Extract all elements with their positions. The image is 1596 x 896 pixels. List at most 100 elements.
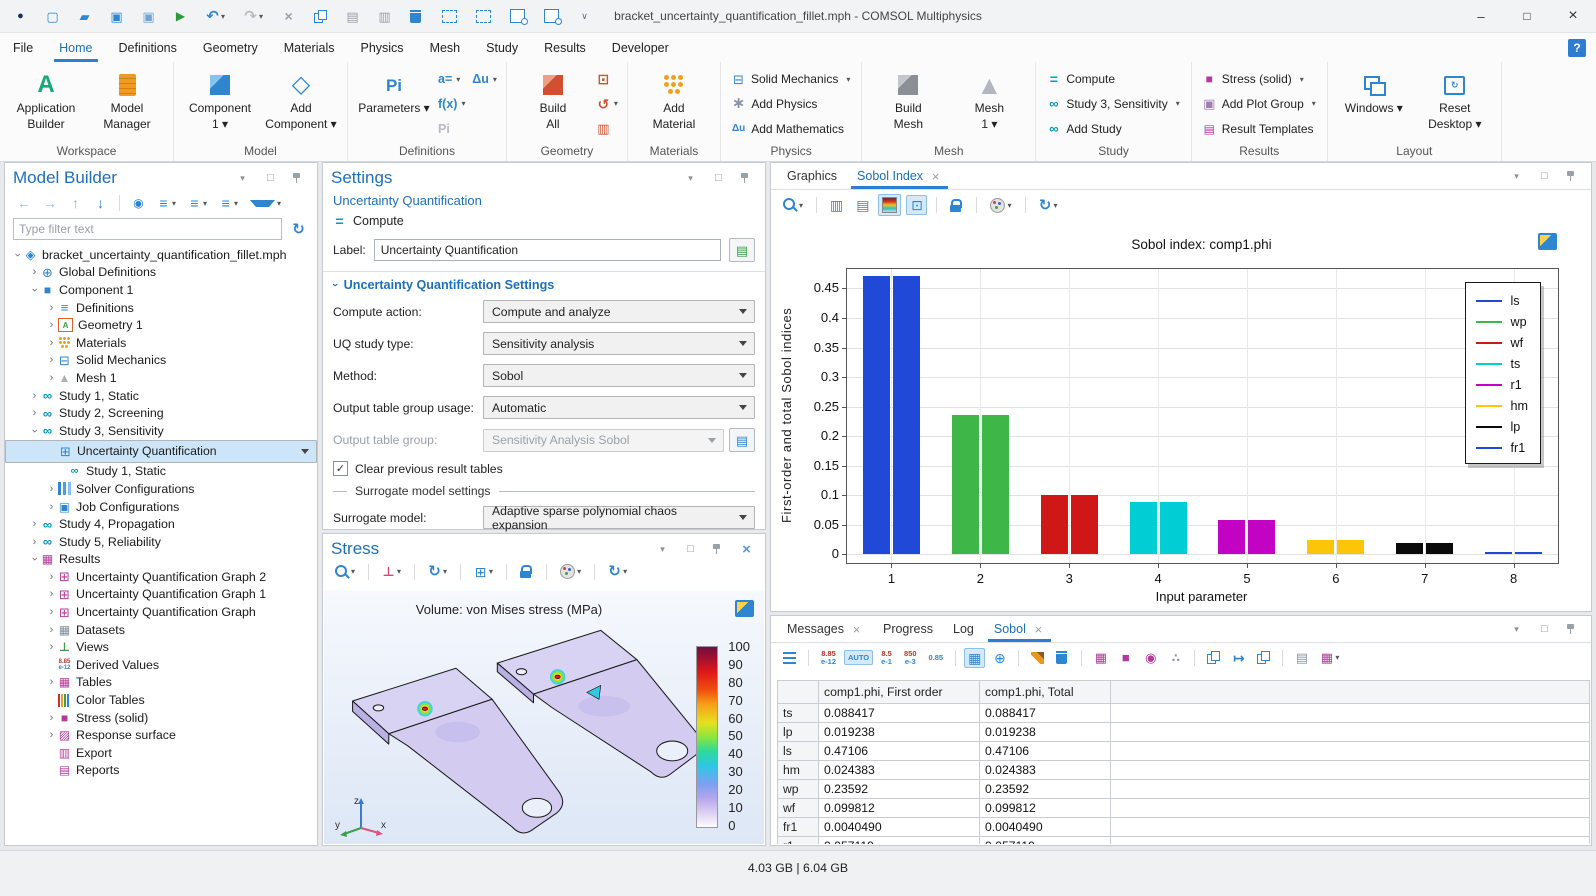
ribbon-button[interactable]: ▣Add Plot Group▾ [1203, 93, 1316, 115]
new-table-icon[interactable]: ▦ [1090, 648, 1111, 668]
copy-table-icon[interactable] [1253, 648, 1274, 667]
tree-item[interactable]: ›Geometry 1 [5, 316, 317, 334]
label-input[interactable] [374, 239, 721, 261]
tree-item[interactable]: ›■Component 1 [5, 281, 317, 299]
menu-tab-geometry[interactable]: Geometry [190, 33, 271, 62]
ygrid-icon[interactable]: ▤ [852, 195, 873, 215]
go-to-table-button[interactable]: ▤ [729, 428, 755, 452]
table-row[interactable]: hm0.0243830.024383 [778, 761, 1590, 780]
sobol-chart-area[interactable]: Sobol index: comp1.phi First-order and t… [771, 221, 1591, 611]
ribbon-button[interactable]: ■Stress (solid)▾ [1203, 68, 1316, 90]
ribbon-button[interactable]: ⊟Solid Mechanics▾ [732, 68, 850, 90]
expand-arrow-icon[interactable]: › [45, 641, 58, 653]
float-button[interactable]: □ [708, 168, 729, 188]
expand-arrow-icon[interactable]: › [45, 501, 58, 513]
ribbon-button[interactable]: ▤Result Templates [1203, 118, 1316, 140]
minimize-button[interactable]: – [1458, 0, 1504, 32]
deselect-frame-icon[interactable] [472, 7, 495, 26]
menu-tab-materials[interactable]: Materials [271, 33, 348, 62]
run-icon[interactable]: ▶ [170, 6, 191, 26]
pin-button[interactable] [288, 169, 309, 188]
ribbon-small-button[interactable]: Δu▾ [472, 72, 497, 86]
show-icon[interactable]: ◉ [128, 193, 149, 213]
help-button[interactable]: ? [1568, 39, 1586, 57]
pin-button[interactable] [736, 169, 757, 188]
table-row[interactable]: r10.0571190.057119 [778, 837, 1590, 845]
expand-arrow-icon[interactable]: › [45, 483, 58, 495]
ribbon-button[interactable]: ▲Mesh 1 ▾ [952, 65, 1026, 143]
panel-menu-button[interactable]: ▾ [1506, 166, 1527, 186]
tree-item[interactable]: ▥Export [5, 744, 317, 762]
sync-icon[interactable]: ↻▾ [604, 562, 631, 582]
ribbon-small-button[interactable]: Pi [438, 122, 450, 136]
scatter-plot-icon[interactable]: ∴ [1165, 648, 1186, 668]
expand-arrow-icon[interactable]: › [45, 624, 58, 636]
save-icon[interactable]: ▣ [106, 6, 127, 26]
tab-messages[interactable]: Messages× [777, 616, 873, 642]
close-button[interactable]: × [1550, 0, 1596, 32]
menu-tab-results[interactable]: Results [531, 33, 599, 62]
tab-progress[interactable]: Progress [873, 616, 943, 642]
tree-item[interactable]: Derived Values [5, 656, 317, 674]
open-icon[interactable]: ▰ [74, 6, 95, 26]
table-row[interactable]: wf0.0998120.099812 [778, 799, 1590, 818]
paste-icon[interactable]: ▤ [342, 6, 363, 26]
copy-icon[interactable] [1203, 648, 1224, 667]
triad-icon[interactable]: ⊥▾ [378, 562, 405, 582]
float-button[interactable]: □ [680, 539, 701, 559]
tree-item[interactable]: Color Tables [5, 691, 317, 709]
clear-previous-results-checkbox[interactable]: ✓ Clear previous result tables [333, 461, 755, 476]
zoom-icon[interactable]: ▾ [779, 195, 807, 215]
expand-arrow-icon[interactable]: › [28, 266, 41, 278]
ribbon-button[interactable]: ∞Study 3, Sensitivity▾ [1047, 93, 1179, 115]
collapse-arrow-icon[interactable]: › [29, 424, 41, 437]
expand-arrow-icon[interactable]: › [45, 302, 58, 314]
collapse-arrow-icon[interactable]: › [29, 553, 41, 566]
tree-item[interactable]: ▤Reports [5, 762, 317, 780]
table-row[interactable]: wp0.235920.23592 [778, 780, 1590, 799]
collapse-arrow-icon[interactable]: › [29, 283, 41, 296]
tree-item[interactable]: ›≡Definitions [5, 299, 317, 317]
cut-icon[interactable]: × [278, 6, 299, 26]
float-button[interactable]: □ [260, 168, 281, 188]
decimal-display-icon[interactable]: 0.85 [925, 650, 948, 665]
expand-arrow-icon[interactable]: › [45, 372, 58, 384]
tree-item[interactable]: ›⊟Solid Mechanics [5, 352, 317, 370]
lock-icon[interactable] [946, 196, 967, 215]
menu-tab-mesh[interactable]: Mesh [417, 33, 474, 62]
maximize-button[interactable]: □ [1504, 0, 1550, 32]
table-row[interactable]: lp0.0192380.019238 [778, 723, 1590, 742]
expand-arrow-icon[interactable]: › [28, 536, 41, 548]
row-list-icon[interactable] [779, 649, 800, 667]
ribbon-button[interactable]: Add Material [637, 65, 711, 143]
expand-arrow-icon[interactable]: › [45, 588, 58, 600]
lock-icon[interactable] [516, 562, 537, 581]
tree-item[interactable]: ›⊕Global Definitions [5, 264, 317, 282]
sci-precision-icon[interactable]: 8.85e-12 [817, 647, 840, 668]
panel-close-button[interactable]: × [736, 539, 757, 559]
eng-display-icon[interactable]: 850e-3 [900, 647, 921, 668]
panel-menu-button[interactable]: ▾ [1506, 619, 1527, 639]
show-in-model-builder-button[interactable]: ▤ [729, 238, 755, 262]
sync-icon[interactable]: ↻▾ [1035, 195, 1062, 215]
tree-item[interactable]: ›Solver Configurations [5, 480, 317, 498]
expand-arrow-icon[interactable]: › [45, 337, 58, 349]
pin-button[interactable] [1562, 167, 1583, 186]
tree-item[interactable]: ›▣Job Configurations [5, 498, 317, 516]
table-menu-icon[interactable]: ▦▾ [1316, 648, 1343, 668]
down-icon[interactable]: ↓ [90, 193, 111, 213]
ribbon-button[interactable]: Build Mesh [871, 65, 945, 143]
field-select[interactable]: Sensitivity analysis [483, 332, 755, 355]
stress-3d-view[interactable]: Volume: von Mises stress (MPa) [324, 590, 764, 844]
float-button[interactable]: □ [1534, 166, 1555, 186]
ribbon-button[interactable]: Component 1 ▾ [183, 65, 257, 143]
tree-item[interactable]: ›▨Response surface [5, 726, 317, 744]
annotation-icon[interactable]: ⊡ [906, 195, 927, 215]
rotate-icon[interactable]: ↻▾ [424, 562, 451, 582]
field-select[interactable]: Sobol [483, 364, 755, 387]
expand-arrow-icon[interactable]: › [45, 676, 58, 688]
expand-arrow-icon[interactable]: › [45, 712, 58, 724]
forward-icon[interactable]: → [39, 193, 61, 213]
delete-table-icon[interactable] [1052, 648, 1073, 667]
tree-item[interactable]: ›▦Results [5, 551, 317, 569]
